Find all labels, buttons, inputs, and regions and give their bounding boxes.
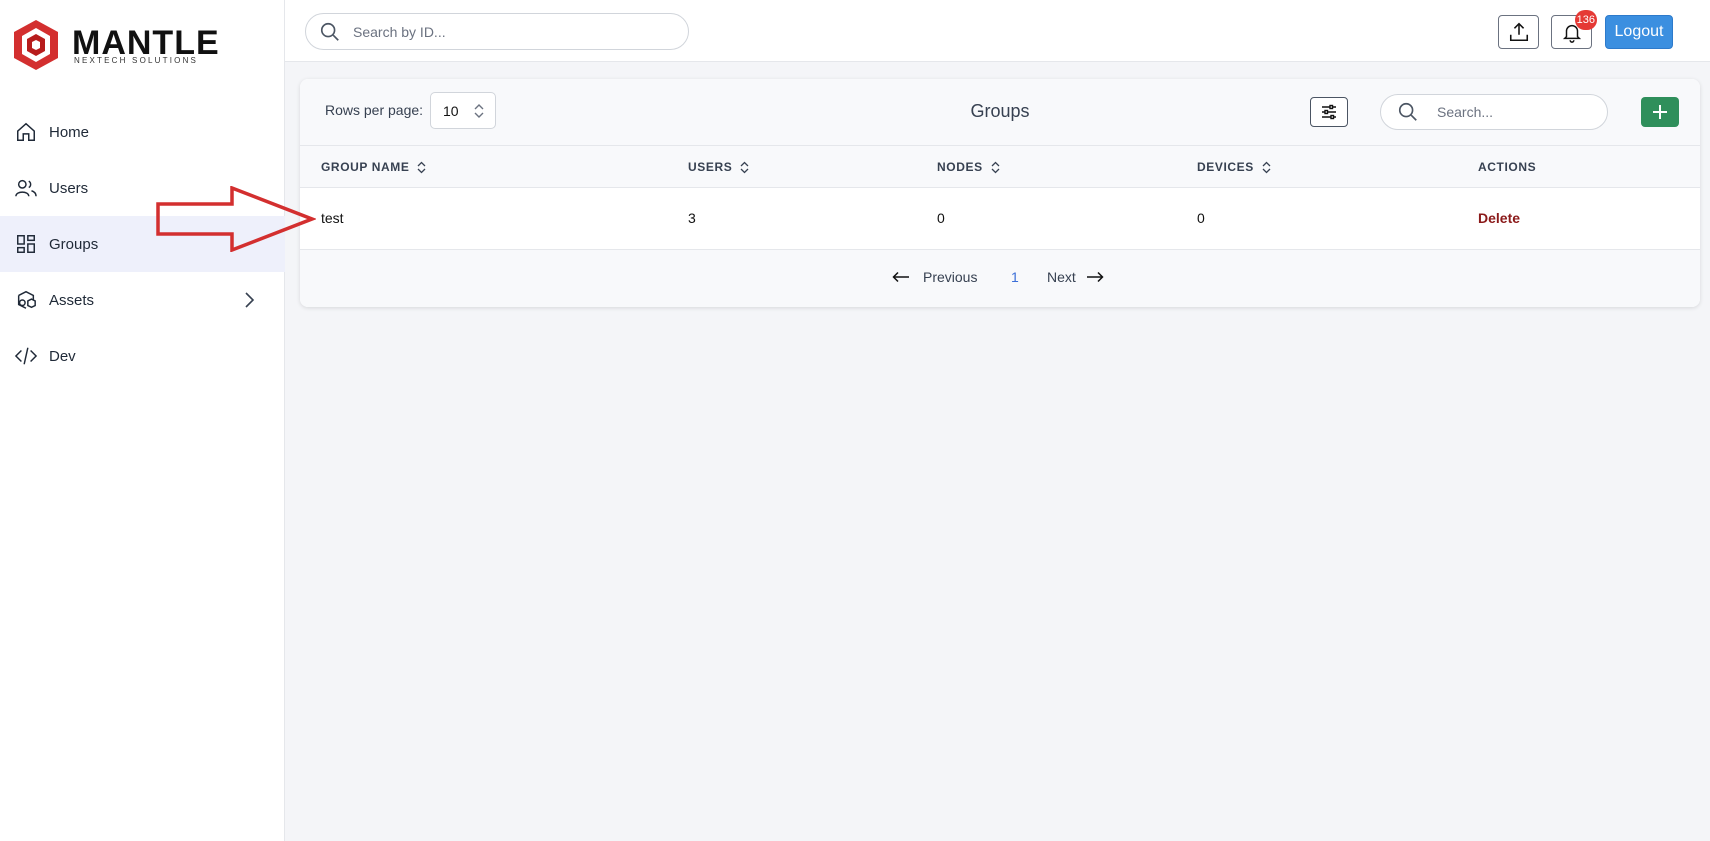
column-header-label: NODES <box>937 160 983 174</box>
mantle-logo-icon <box>14 20 58 70</box>
top-search-box[interactable] <box>305 13 689 50</box>
app-root: MANTLE NEXTECH SOLUTIONS Home Users Grou… <box>0 0 1710 841</box>
chevron-right-icon[interactable] <box>239 290 259 310</box>
upload-icon <box>1509 22 1528 42</box>
next-page-button[interactable]: Next <box>1047 269 1104 285</box>
search-icon <box>320 22 339 41</box>
delete-group-button[interactable]: Delete <box>1478 210 1520 226</box>
home-icon <box>14 120 38 144</box>
sidebar: MANTLE NEXTECH SOLUTIONS Home Users Grou… <box>0 0 285 841</box>
search-by-id-input[interactable] <box>353 23 653 40</box>
sidebar-item-label: Groups <box>49 235 99 253</box>
cell-nodes: 0 <box>937 210 945 226</box>
previous-label: Previous <box>923 269 978 285</box>
sidebar-item-label: Dev <box>49 347 76 365</box>
card-header: Rows per page: 10 Groups <box>300 79 1700 146</box>
next-label: Next <box>1047 269 1076 285</box>
sliders-icon <box>1322 104 1336 120</box>
arrow-right-icon <box>1086 271 1104 283</box>
cell-users: 3 <box>688 210 696 226</box>
code-icon <box>14 344 38 368</box>
brand-tagline: NEXTECH SOLUTIONS <box>74 56 199 65</box>
cell-group-name: test <box>321 210 344 226</box>
table-row[interactable]: test 3 0 0 Delete <box>300 188 1700 250</box>
groups-search-input[interactable] <box>1437 104 1587 120</box>
cell-devices: 0 <box>1197 210 1205 226</box>
column-header-label: GROUP NAME <box>321 160 410 174</box>
sort-icon <box>740 161 749 173</box>
top-bar: 136 Logout <box>285 0 1710 62</box>
filter-settings-button[interactable] <box>1310 97 1348 127</box>
notification-count-badge: 136 <box>1574 10 1597 30</box>
sidebar-item-label: Assets <box>49 291 95 309</box>
sidebar-item-label: Home <box>49 123 90 141</box>
logout-button[interactable]: Logout <box>1605 15 1673 49</box>
column-header-label: ACTIONS <box>1478 160 1537 174</box>
column-header-devices[interactable]: DEVICES <box>1197 160 1271 174</box>
column-header-label: DEVICES <box>1197 160 1254 174</box>
column-header-group-name[interactable]: GROUP NAME <box>321 160 426 174</box>
groups-search-box[interactable] <box>1380 94 1608 130</box>
groups-card: Rows per page: 10 Groups Search... GROUP… <box>300 79 1700 307</box>
sidebar-item-dev[interactable]: Dev <box>0 328 285 384</box>
column-header-actions: ACTIONS <box>1478 160 1536 174</box>
table-header: GROUP NAME USERS NODES DEVICES ACTIONS <box>300 146 1700 188</box>
sidebar-item-label: Users <box>49 179 89 197</box>
users-icon <box>14 176 38 200</box>
column-header-label: USERS <box>688 160 733 174</box>
search-icon <box>1398 102 1417 121</box>
annotation-arrow-icon <box>156 186 316 252</box>
sidebar-item-assets[interactable]: Assets <box>0 272 285 328</box>
column-header-nodes[interactable]: NODES <box>937 160 1000 174</box>
plus-icon <box>1653 105 1667 119</box>
current-page-number[interactable]: 1 <box>1011 269 1019 285</box>
sort-icon <box>417 161 426 173</box>
previous-page-button[interactable]: Previous <box>892 269 977 285</box>
arrow-left-icon <box>892 271 909 283</box>
upload-button[interactable] <box>1498 15 1539 49</box>
brand-logo[interactable]: MANTLE NEXTECH SOLUTIONS <box>12 18 219 74</box>
groups-icon <box>14 232 38 256</box>
add-group-button[interactable] <box>1641 97 1679 127</box>
pagination: Previous 1 Next <box>300 250 1700 307</box>
notifications-button[interactable]: 136 <box>1551 10 1597 49</box>
sort-icon <box>991 161 1000 173</box>
sidebar-item-home[interactable]: Home <box>0 104 285 160</box>
column-header-users[interactable]: USERS <box>688 160 749 174</box>
sort-icon <box>1262 161 1271 173</box>
assets-icon <box>14 288 38 312</box>
